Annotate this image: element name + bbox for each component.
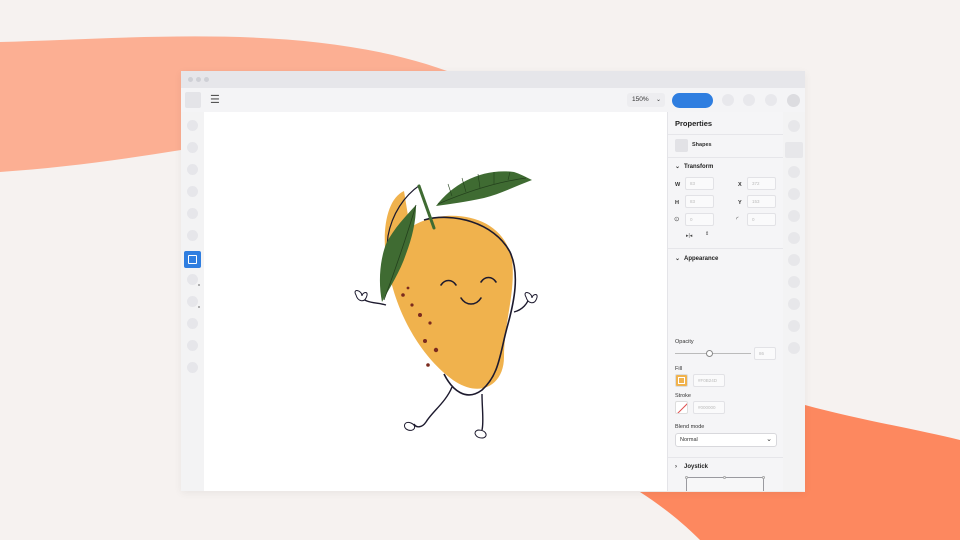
rail-panel-tab[interactable] [785,142,803,158]
appearance-section-toggle[interactable]: ⌄ Appearance [675,255,718,262]
tool-icon-9[interactable] [187,296,198,307]
width-label: W [675,182,681,188]
y-input[interactable] [747,195,776,208]
tool-rail [181,112,204,491]
toolbar-action-icon-1[interactable] [722,94,734,106]
right-rail [783,112,805,491]
tool-icon-12[interactable] [187,362,198,373]
chevron-down-icon: ⌄ [675,256,681,262]
tool-icon-3[interactable] [187,164,198,175]
chevron-down-icon: ⌄ [766,436,772,443]
joystick-section-toggle[interactable]: › Joystick [675,464,708,470]
shape-thumbnail [675,139,688,152]
blend-mode-select[interactable]: Normal ⌄ [675,433,777,447]
chevron-down-icon: ⌄ [675,164,681,170]
rail-icon-10[interactable] [788,320,800,332]
rotation-input[interactable] [685,213,714,226]
window-close-dot[interactable] [188,77,193,82]
fill-color-swatch[interactable] [675,374,688,387]
avatar[interactable] [787,94,800,107]
rail-icon-9[interactable] [788,298,800,310]
tool-icon-10[interactable] [187,318,198,329]
transform-section-toggle[interactable]: ⌄ Transform [675,163,713,170]
x-input[interactable] [747,177,776,190]
transform-label: Transform [684,164,714,170]
title-bar [181,71,805,88]
tool-icon-11[interactable] [187,340,198,351]
rail-icon-4[interactable] [788,188,800,200]
opacity-input[interactable] [754,347,776,360]
rotation-icon: ⊙ [674,216,680,223]
tool-icon-5[interactable] [187,208,198,219]
square-icon [188,255,197,264]
fill-label: Fill [675,366,683,372]
primary-action-button[interactable] [672,93,713,108]
select-shape-tool[interactable] [184,251,201,268]
divider [668,134,784,135]
rail-icon-5[interactable] [788,210,800,222]
tool-icon-2[interactable] [187,142,198,153]
mango-illustration[interactable] [204,112,667,491]
joystick-label: Joystick [684,464,709,470]
window-minimize-dot[interactable] [196,77,201,82]
x-label: X [738,182,742,188]
divider [668,248,784,249]
stroke-label: Stroke [675,393,691,399]
y-label: Y [738,200,742,206]
chevron-right-icon: › [675,464,677,470]
zoom-value: 150% [632,96,649,103]
tool-icon-6[interactable] [187,230,198,241]
hamburger-icon[interactable]: ☰ [210,93,220,107]
toolbar-action-icon-2[interactable] [743,94,755,106]
blend-mode-label: Blend mode [675,424,705,430]
divider [668,457,784,458]
no-stroke-icon [677,403,687,413]
rail-icon-7[interactable] [788,254,800,266]
tool-icon-4[interactable] [187,186,198,197]
window-maximize-dot[interactable] [204,77,209,82]
stroke-color-swatch[interactable] [675,401,688,414]
panel-title: Properties [675,119,713,128]
flip-vertical-icon[interactable]: ⇕ [705,231,709,237]
flip-horizontal-icon[interactable]: ▸|◂ [686,233,692,239]
stroke-hex-input[interactable] [693,401,725,414]
rail-icon-11[interactable] [788,342,800,354]
joystick-corner-handle [762,476,765,479]
joystick-corner-handle [685,476,688,479]
tool-icon-8[interactable] [187,274,198,285]
corner-radius-icon: ◜ [736,216,739,223]
properties-panel: Properties Shapes ⌄Transform W X H Y ⊙ ◜… [667,112,784,491]
app-window: ☰ 150% ⌄ Properties Shapes ⌄ Transform W… [181,71,805,491]
rail-icon-1[interactable] [788,120,800,132]
opacity-slider-thumb[interactable] [706,350,714,357]
design-canvas[interactable] [204,112,667,491]
toolbar-action-icon-3[interactable] [765,94,777,106]
zoom-dropdown[interactable]: 150% ⌄ [627,93,665,107]
height-input[interactable] [685,195,714,208]
selection-label: Shapes [692,142,712,148]
fill-color-chip [678,377,685,384]
corner-radius-input[interactable] [747,213,776,226]
rail-icon-6[interactable] [788,232,800,244]
rail-icon-8[interactable] [788,276,800,288]
joystick-pad[interactable] [686,477,764,491]
tool-icon-1[interactable] [187,120,198,131]
fill-hex-input[interactable] [693,374,725,387]
app-logo [185,92,201,108]
opacity-label: Opacity [675,339,694,345]
appearance-label: Appearance [684,256,719,262]
joystick-edge-handle [723,476,726,479]
toolbar: ☰ 150% ⌄ [181,88,805,112]
submenu-indicator [198,284,200,286]
rail-icon-3[interactable] [788,166,800,178]
width-input[interactable] [685,177,714,190]
divider [668,157,784,158]
submenu-indicator [198,306,200,308]
chevron-down-icon: ⌄ [655,97,661,103]
blend-mode-value: Normal [680,437,698,443]
height-label: H [675,200,679,206]
